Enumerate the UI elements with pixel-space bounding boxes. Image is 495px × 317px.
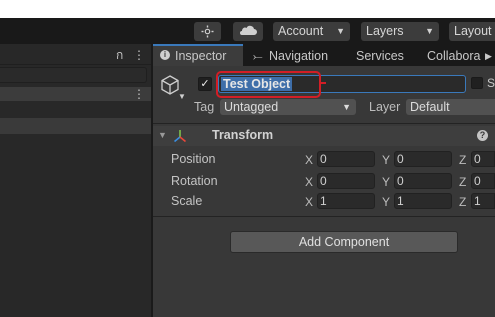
info-icon: i	[160, 50, 170, 60]
rotation-label: Rotation	[171, 174, 218, 188]
layout-dropdown[interactable]: Layout	[449, 22, 495, 41]
tab-services[interactable]: Services	[356, 44, 416, 66]
help-icon[interactable]: ?	[477, 130, 488, 141]
tab-collaborate-label: Collabora	[427, 49, 481, 63]
transform-header[interactable]: ▼ Transform ?	[153, 126, 495, 146]
rotation-z-axis[interactable]: Z	[459, 175, 466, 189]
chevron-down-icon: ▼	[336, 26, 345, 36]
transform-title: Transform	[212, 128, 274, 142]
chevron-down-icon: ▼	[425, 26, 434, 36]
rotation-y-field[interactable]: 0	[394, 173, 452, 189]
position-y-field[interactable]: 0	[394, 151, 452, 167]
tag-dropdown[interactable]: Untagged ▼	[220, 99, 356, 115]
component-separator	[153, 216, 495, 217]
screen-top-margin	[0, 0, 495, 18]
inspector-tab-bar: i Inspector ⤚ Navigation Services Collab…	[153, 44, 495, 66]
tab-inspector[interactable]: i Inspector	[153, 44, 243, 66]
scale-y-axis[interactable]: Y	[382, 195, 390, 209]
lock-icon[interactable]: ก	[116, 48, 123, 62]
tab-inspector-label: Inspector	[175, 49, 227, 63]
layers-dropdown[interactable]: Layers ▼	[361, 22, 439, 41]
main-toolbar: Account ▼ Layers ▼ Layout	[0, 18, 495, 44]
layer-value: Default	[410, 100, 450, 114]
layout-label: Layout	[454, 24, 492, 38]
scale-z-axis[interactable]: Z	[459, 195, 466, 209]
position-x-field[interactable]: 0	[317, 151, 375, 167]
tab-services-label: Services	[356, 49, 404, 63]
cloud-button[interactable]	[233, 22, 263, 41]
tab-navigation-label: Navigation	[269, 49, 329, 63]
package-manager-button[interactable]	[194, 22, 221, 41]
scale-y-field[interactable]: 1	[394, 193, 452, 209]
tag-value: Untagged	[224, 100, 279, 114]
scale-x-axis[interactable]: X	[305, 195, 313, 209]
scene-menu-icon[interactable]: ⋮	[133, 87, 145, 101]
tab-navigation[interactable]: ⤚ Navigation	[253, 44, 345, 66]
account-label: Account	[278, 24, 324, 38]
account-dropdown[interactable]: Account ▼	[273, 22, 350, 41]
inspector-panel: i Inspector ⤚ Navigation Services Collab…	[153, 44, 495, 317]
kebab-menu-icon[interactable]: ⋮	[133, 48, 145, 62]
rotation-z-field[interactable]: 0	[471, 173, 495, 189]
position-z-axis[interactable]: Z	[459, 153, 466, 167]
rotation-y-axis[interactable]: Y	[382, 175, 390, 189]
layers-label: Layers	[366, 24, 404, 38]
tag-label: Tag	[194, 100, 215, 114]
add-component-button[interactable]: Add Component	[230, 231, 458, 253]
hierarchy-panel: ก ⋮ ⋮	[0, 44, 151, 317]
static-checkbox[interactable]	[471, 77, 483, 89]
header-separator	[153, 123, 495, 124]
chevron-right-icon[interactable]: ▶	[485, 44, 492, 68]
position-x-axis[interactable]: X	[305, 153, 313, 167]
foldout-arrow-icon[interactable]: ▼	[158, 130, 167, 140]
layer-dropdown[interactable]: Default	[406, 99, 495, 115]
annotation-highlight	[216, 71, 321, 98]
navigation-icon: ⤚	[253, 49, 263, 63]
hierarchy-search-input[interactable]	[0, 67, 147, 83]
chevron-down-icon: ▼	[342, 102, 351, 112]
position-y-axis[interactable]: Y	[382, 153, 390, 167]
rotation-x-axis[interactable]: X	[305, 175, 313, 189]
annotation-pointer	[319, 82, 326, 84]
scene-header-row[interactable]: ⋮	[0, 87, 151, 101]
scale-label: Scale	[171, 194, 203, 208]
hierarchy-selected-row[interactable]	[0, 118, 151, 134]
tab-collaborate[interactable]: Collabora ▶	[427, 44, 495, 66]
active-checkbox[interactable]: ✓	[198, 77, 212, 91]
transform-icon	[173, 130, 187, 143]
rotation-x-field[interactable]: 0	[317, 173, 375, 189]
position-label: Position	[171, 152, 216, 166]
scale-x-field[interactable]: 1	[317, 193, 375, 209]
position-z-field[interactable]: 0	[471, 151, 495, 167]
gear-dots-icon	[201, 25, 214, 38]
icon-dropdown-arrow[interactable]: ▼	[178, 92, 186, 101]
hierarchy-tab-header: ก ⋮	[0, 44, 151, 65]
static-label: S	[487, 76, 495, 90]
layer-label: Layer	[369, 100, 401, 114]
cloud-icon	[240, 25, 257, 35]
scale-z-field[interactable]: 1	[471, 193, 495, 209]
